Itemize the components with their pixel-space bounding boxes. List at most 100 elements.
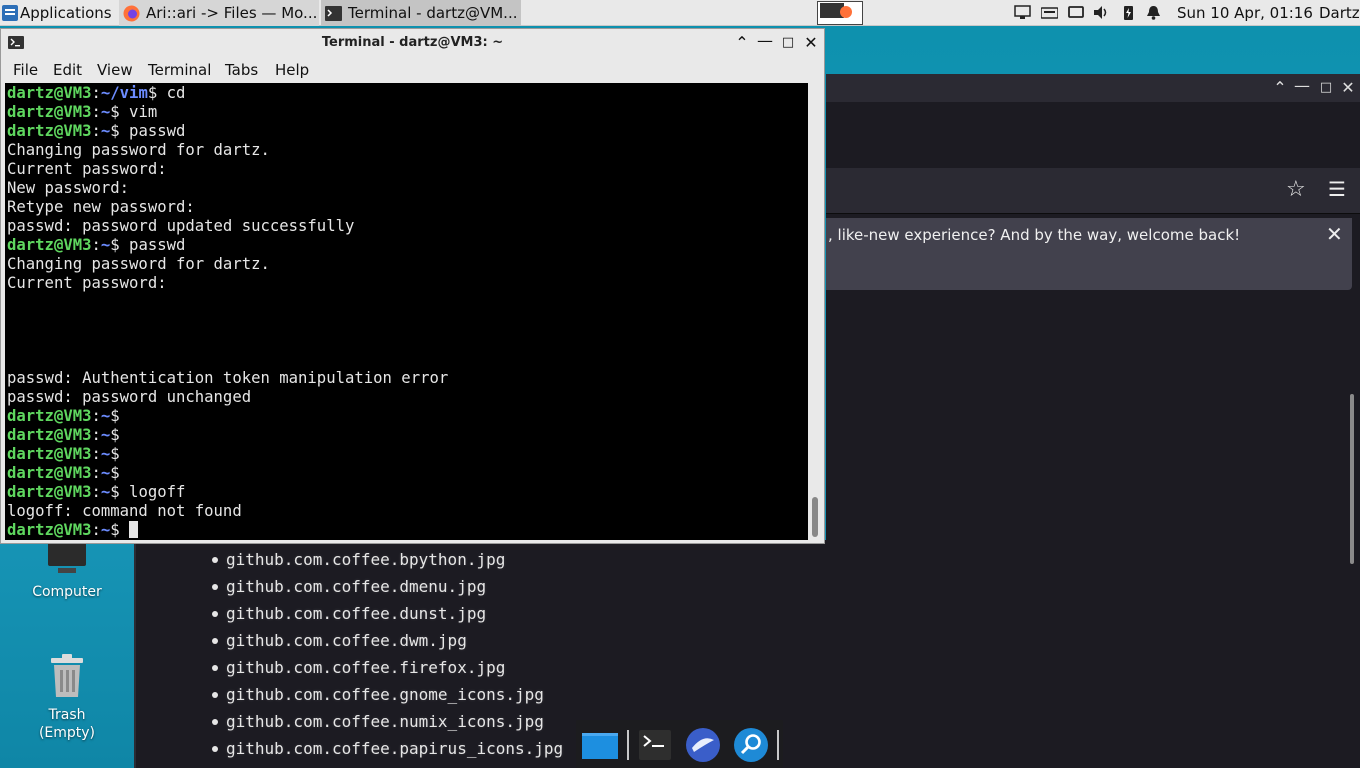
dock-web-browser[interactable] <box>684 726 722 764</box>
applications-menu-button[interactable]: Applications <box>2 0 116 26</box>
close-notification-icon[interactable]: ✕ <box>1326 222 1343 246</box>
prompt-path: ~ <box>100 445 111 463</box>
prompt-separator: : <box>91 236 101 254</box>
maximize-icon[interactable]: □ <box>778 33 798 53</box>
taskbar-item-firefox[interactable]: Ari::ari -> Files — Mo... <box>119 0 319 26</box>
terminal-scrollbar-thumb[interactable] <box>812 497 818 537</box>
app-menu-icon[interactable]: ☰ <box>1328 177 1346 201</box>
browser-minimize-icon[interactable]: — <box>1292 76 1312 96</box>
prompt-separator: : <box>91 426 101 444</box>
list-item[interactable]: github.com.coffee.bpython.jpg <box>212 546 563 573</box>
terminal-line: logoff: command not found <box>7 502 448 521</box>
prompt-path: ~ <box>100 122 111 140</box>
dock-search[interactable] <box>732 726 770 764</box>
browser-scrollbar[interactable] <box>1350 394 1354 564</box>
user-menu[interactable]: Dartz <box>1319 0 1360 26</box>
terminal-line: dartz@VM3:~$ <box>7 521 448 540</box>
clock-text: Sun 10 Apr, 01:16 <box>1177 4 1313 22</box>
trash-label: Trash <box>48 707 86 723</box>
prompt-separator: : <box>91 464 101 482</box>
terminal-line: dartz@VM3:~/vim$ cd <box>7 84 448 103</box>
browser-close-icon[interactable]: ✕ <box>1338 78 1358 98</box>
prompt-separator: : <box>91 122 101 140</box>
list-item[interactable]: github.com.coffee.dunst.jpg <box>212 600 563 627</box>
network-icon[interactable] <box>1014 5 1031 20</box>
terminal-title: Terminal - dartz@VM3: ~ <box>321 35 504 50</box>
web-browser-icon <box>686 728 720 762</box>
dock-terminal[interactable] <box>636 726 674 764</box>
prompt-user: dartz@VM3 <box>7 464 92 482</box>
command-text: passwd <box>119 236 186 254</box>
list-item[interactable]: github.com.coffee.papirus_icons.jpg <box>212 735 563 762</box>
dock <box>576 720 783 768</box>
menu-tabs[interactable]: Tabs <box>225 61 258 79</box>
menu-terminal[interactable]: Terminal <box>148 61 211 79</box>
terminal-line: dartz@VM3:~$ logoff <box>7 483 448 502</box>
display-icon[interactable] <box>1068 5 1085 20</box>
taskbar-item-terminal[interactable]: Terminal - dartz@VM... <box>321 0 521 26</box>
terminal-scrollbar[interactable] <box>808 83 824 540</box>
terminal-line: Changing password for dartz. <box>7 141 448 160</box>
list-item[interactable]: github.com.coffee.dmenu.jpg <box>212 573 563 600</box>
command-text: logoff <box>119 483 186 501</box>
battery-icon[interactable] <box>1120 5 1137 20</box>
menu-view[interactable]: View <box>97 61 133 79</box>
desktop-icon-trash[interactable]: Trash (Empty) <box>20 654 114 744</box>
minimize-icon[interactable]: — <box>755 31 775 51</box>
terminal-titlebar[interactable]: Terminal - dartz@VM3: ~ ⌃ — □ ✕ <box>1 29 824 57</box>
dock-separator <box>627 730 629 760</box>
prompt-user: dartz@VM3 <box>7 483 92 501</box>
bookmark-star-icon[interactable]: ☆ <box>1286 177 1306 202</box>
terminal-output[interactable]: dartz@VM3:~/vim$ cd dartz@VM3:~$ vim dartz… <box>5 83 808 540</box>
list-item[interactable]: github.com.coffee.dwm.jpg <box>212 627 563 654</box>
close-icon[interactable]: ✕ <box>801 33 821 53</box>
terminal-line: Current password: <box>7 274 448 293</box>
list-item[interactable]: github.com.coffee.numix_icons.jpg <box>212 708 563 735</box>
list-item[interactable]: github.com.coffee.firefox.jpg <box>212 654 563 681</box>
terminal-line: dartz@VM3:~$ <box>7 464 448 483</box>
output-text: Retype new password: <box>7 198 195 216</box>
prompt-user: dartz@VM3 <box>7 103 92 121</box>
taskbar-item-label: Ari::ari -> Files — Mo... <box>146 4 318 22</box>
desktop-icon-computer[interactable]: Computer <box>20 540 114 606</box>
prompt-path: ~ <box>100 483 111 501</box>
search-icon <box>734 728 768 762</box>
notification-bell-icon[interactable] <box>1145 5 1162 20</box>
prompt-separator: : <box>91 483 101 501</box>
dock-show-desktop[interactable] <box>580 726 618 764</box>
list-item[interactable]: github.com.coffee.gnome_icons.jpg <box>212 681 563 708</box>
prompt-user: dartz@VM3 <box>7 407 92 425</box>
terminal-line: Current password: <box>7 160 448 179</box>
panel-divider <box>134 540 136 768</box>
workspace-switcher[interactable] <box>817 1 863 25</box>
output-text: Changing password for dartz. <box>7 255 270 273</box>
terminal-line: dartz@VM3:~$ <box>7 426 448 445</box>
browser-maximize-toggle-icon[interactable]: ⌃ <box>1270 78 1290 98</box>
browser-maximize-icon[interactable]: □ <box>1316 78 1336 98</box>
terminal-line: dartz@VM3:~$ passwd <box>7 122 448 141</box>
terminal-window: Terminal - dartz@VM3: ~ ⌃ — □ ✕ File Edi… <box>0 28 825 544</box>
output-text: Changing password for dartz. <box>7 141 270 159</box>
menu-edit[interactable]: Edit <box>53 61 82 79</box>
prompt-separator: : <box>91 407 101 425</box>
volume-icon[interactable] <box>1093 5 1110 20</box>
keyboard-icon[interactable] <box>1041 5 1058 20</box>
prompt-separator: : <box>91 84 101 102</box>
clock[interactable]: Sun 10 Apr, 01:16 <box>1177 0 1313 26</box>
terminal-line: dartz@VM3:~$ passwd <box>7 236 448 255</box>
prompt-symbol: $ <box>110 236 120 254</box>
shade-window-icon[interactable]: ⌃ <box>732 33 752 53</box>
terminal-icon <box>639 730 671 760</box>
terminal-line: passwd: Authentication token manipulatio… <box>7 369 448 388</box>
prompt-user: dartz@VM3 <box>7 122 92 140</box>
menu-help[interactable]: Help <box>275 61 309 79</box>
prompt-symbol: $ <box>110 521 120 539</box>
browser-content <box>826 294 1360 768</box>
menu-file[interactable]: File <box>13 61 38 79</box>
prompt-symbol: $ <box>147 84 158 102</box>
prompt-user: dartz@VM3 <box>7 84 92 102</box>
browser-navbar: ☆ ☰ <box>826 168 1360 214</box>
